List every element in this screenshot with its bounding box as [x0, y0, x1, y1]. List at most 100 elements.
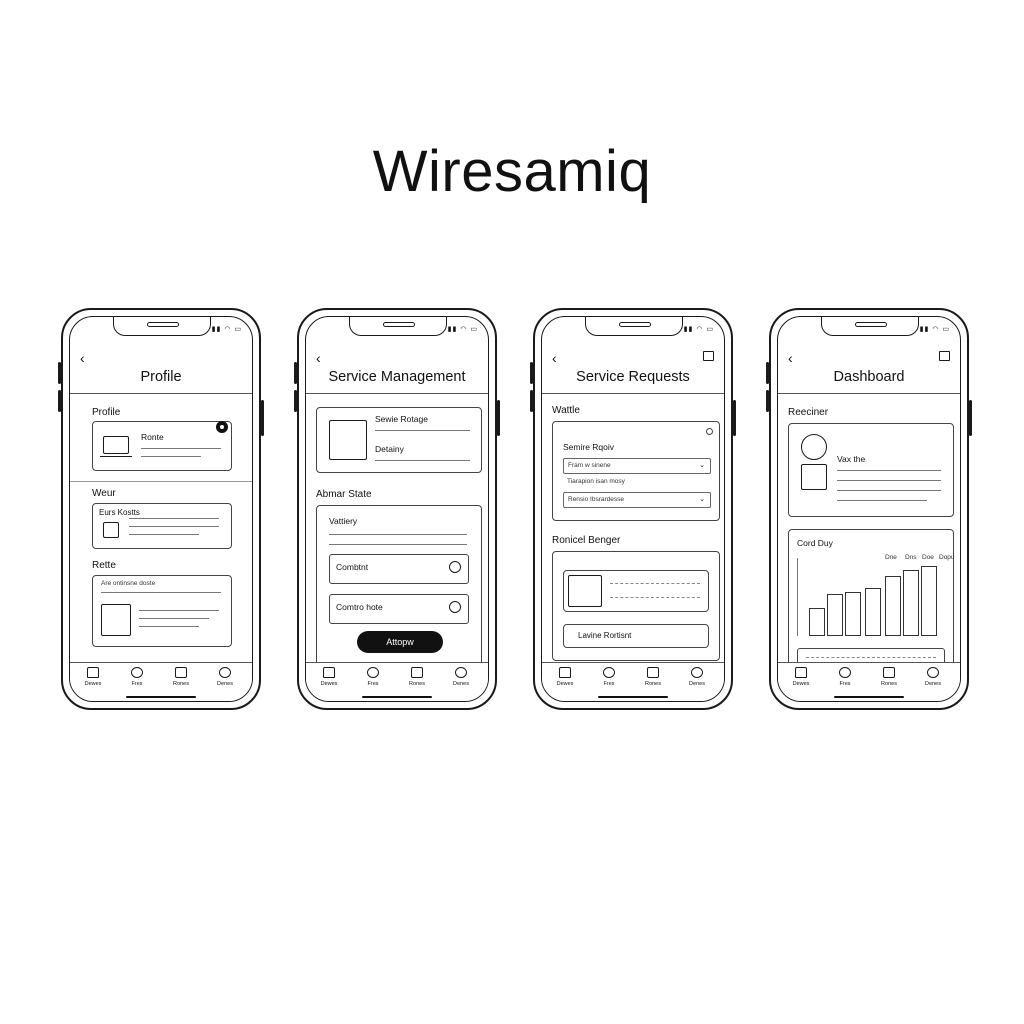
chart-label: Dne [885, 554, 897, 561]
status-icons: ▮▮ ◠ ▭ [211, 326, 242, 333]
search-icon [131, 667, 143, 678]
search-icon [603, 667, 615, 678]
tab-account[interactable]: Denes [446, 667, 476, 687]
folder-icon[interactable] [939, 351, 950, 361]
select-field[interactable]: Rensio Ibsrardesse ⌄ [563, 492, 711, 508]
section-label: Wattle [552, 405, 580, 416]
tab-search[interactable]: Fres [594, 667, 624, 687]
provider-card: Lavine Rortisnt [552, 551, 720, 661]
provider-button[interactable]: Lavine Rortisnt [563, 624, 709, 648]
home-indicator [126, 696, 196, 698]
tab-messages[interactable]: Rones [638, 667, 668, 687]
phone-dashboard: ▮▮ ◠ ▭ ‹ Dashboard Reeciner Vax the Cord… [766, 308, 972, 710]
text-line [837, 500, 927, 501]
screen-title: Profile [140, 369, 182, 385]
field-label: Tiarapion isan mosy [567, 478, 625, 485]
speaker [619, 322, 651, 327]
tab-home[interactable]: Dewes [78, 667, 108, 687]
chart-bar [827, 594, 843, 636]
text-line [329, 544, 467, 545]
home-indicator [598, 696, 668, 698]
section-label: Rette [92, 560, 116, 571]
tab-home[interactable]: Dewes [550, 667, 580, 687]
laptop-icon [103, 436, 129, 454]
text-line [141, 448, 221, 449]
tab-bar: Dewes Fres Rones Denes [542, 662, 724, 701]
text-line [129, 526, 219, 527]
contact-row[interactable]: Combtnt [329, 554, 469, 584]
side-button [294, 390, 297, 412]
photo-card[interactable]: Are ontinsne doste [92, 575, 232, 647]
back-icon[interactable]: ‹ [80, 350, 85, 366]
back-icon[interactable]: ‹ [316, 350, 321, 366]
text-line [375, 430, 470, 431]
service-card[interactable]: Sewie Rotage Detainy [316, 407, 482, 473]
side-button [58, 390, 61, 412]
back-icon[interactable]: ‹ [552, 350, 557, 366]
tab-bar: Dewes Fres Rones Denes [778, 662, 960, 701]
user-icon [927, 667, 939, 678]
card-subtitle: Detainy [375, 444, 404, 454]
profile-summary-card[interactable]: Vax the [788, 423, 954, 517]
home-icon [87, 667, 99, 678]
text-line [129, 534, 199, 535]
tab-search[interactable]: Fres [122, 667, 152, 687]
note-row[interactable]: Comtro hote [329, 594, 469, 624]
tab-home[interactable]: Dewes [786, 667, 816, 687]
tab-home[interactable]: Dewes [314, 667, 344, 687]
back-icon[interactable]: ‹ [788, 350, 793, 366]
card-label: Ronte [141, 432, 164, 442]
info-card[interactable]: Eurs Kostts [92, 503, 232, 549]
request-form: Semire Rqoiv Fram w sinene ⌄ Tiarapion i… [552, 421, 720, 521]
tab-account[interactable]: Denes [682, 667, 712, 687]
side-button [294, 362, 297, 384]
tab-messages[interactable]: Rones [874, 667, 904, 687]
tab-account[interactable]: Denes [918, 667, 948, 687]
text-line [129, 518, 219, 519]
home-icon [323, 667, 335, 678]
chart-bar [885, 576, 901, 636]
profile-card[interactable]: Ronte [92, 421, 232, 471]
home-indicator [834, 696, 904, 698]
text-line [139, 618, 209, 619]
approve-button[interactable]: Attopw [357, 631, 443, 653]
card-title: Sewie Rotage [375, 414, 428, 424]
inbox-icon [411, 667, 423, 678]
tab-search[interactable]: Fres [830, 667, 860, 687]
speaker [383, 322, 415, 327]
notch [821, 317, 919, 336]
tab-account[interactable]: Denes [210, 667, 240, 687]
inbox-icon [883, 667, 895, 678]
side-button [497, 400, 500, 436]
phone-service-management: ▮▮ ◠ ▭ ‹ Service Management Sewie Rotage… [294, 308, 500, 710]
toggle-icon[interactable] [216, 421, 228, 433]
text-line [837, 470, 941, 471]
screen-title: Dashboard [833, 369, 905, 385]
provider-row[interactable] [563, 570, 709, 612]
chart-bar [809, 608, 825, 636]
tab-search[interactable]: Fres [358, 667, 388, 687]
text-line [139, 610, 219, 611]
tab-messages[interactable]: Rones [166, 667, 196, 687]
chart-bar [865, 588, 881, 636]
divider [70, 393, 252, 394]
chart-label: Dns [905, 554, 917, 561]
avatar-icon [801, 434, 827, 460]
home-icon[interactable] [703, 351, 714, 361]
side-button [733, 400, 736, 436]
tab-messages[interactable]: Rones [402, 667, 432, 687]
text-line [375, 460, 470, 461]
home-icon [559, 667, 571, 678]
divider [542, 393, 724, 394]
section-label: Weur [92, 488, 116, 499]
side-button [766, 390, 769, 412]
user-icon [449, 561, 461, 573]
side-button [766, 362, 769, 384]
section-label: Profile [92, 407, 121, 418]
clock-icon [449, 601, 461, 613]
text-line [610, 597, 700, 598]
flower-icon [568, 575, 602, 607]
form-title: Semire Rqoiv [563, 442, 615, 452]
text-line [837, 490, 941, 491]
select-field[interactable]: Fram w sinene ⌄ [563, 458, 711, 474]
